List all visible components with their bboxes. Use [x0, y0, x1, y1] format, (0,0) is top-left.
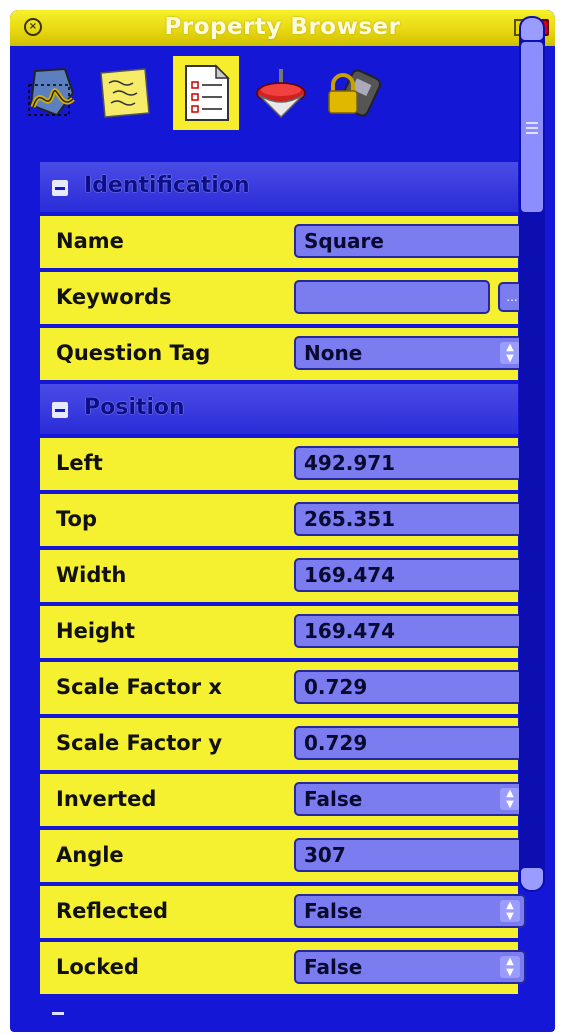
property-row-angle: Angle 307: [40, 830, 526, 884]
grip-line: [526, 127, 538, 129]
property-row-inverted: Inverted False ▲ ▼: [40, 774, 526, 828]
collapse-icon[interactable]: [52, 180, 68, 196]
dropdown-arrows-icon[interactable]: ▲ ▼: [500, 956, 520, 978]
scale-y-input[interactable]: 0.729: [294, 726, 526, 760]
property-row-top: Top 265.351: [40, 494, 526, 548]
property-label: Angle: [56, 843, 124, 867]
section-identification[interactable]: Identification: [40, 162, 518, 214]
tool-spinning-top[interactable]: [248, 56, 314, 130]
top-value: 265.351: [304, 507, 396, 531]
property-row-width: Width 169.474: [40, 550, 526, 604]
collapse-icon[interactable]: [52, 402, 68, 418]
reflected-select[interactable]: False ▲ ▼: [294, 894, 526, 928]
property-label: Top: [56, 507, 97, 531]
section-title: Position: [84, 395, 185, 420]
height-value: 169.474: [304, 619, 396, 643]
scroll-up-button[interactable]: [521, 18, 543, 40]
title-bar[interactable]: × Property Browser: [10, 10, 555, 46]
property-label: Reflected: [56, 899, 168, 923]
left-value: 492.971: [304, 451, 396, 475]
dropdown-arrows-icon[interactable]: ▲ ▼: [500, 788, 520, 810]
question-tag-select[interactable]: None ▲ ▼: [294, 336, 526, 370]
scroll-down-button[interactable]: [521, 868, 543, 890]
property-label: Scale Factor x: [56, 675, 222, 699]
scroll-thumb[interactable]: [521, 42, 543, 212]
dropdown-arrows-icon[interactable]: ▲ ▼: [500, 900, 520, 922]
inverted-select[interactable]: False ▲ ▼: [294, 782, 526, 816]
question-tag-value: None: [304, 341, 363, 365]
signature-shapes-icon: [28, 67, 75, 117]
locked-select[interactable]: False ▲ ▼: [294, 950, 526, 984]
tool-signature[interactable]: [18, 56, 84, 130]
inverted-value: False: [304, 787, 363, 811]
next-section-toggle-icon[interactable]: [52, 1012, 64, 1015]
properties-document-icon: [185, 64, 230, 121]
name-input[interactable]: Square: [294, 224, 526, 258]
scale-y-value: 0.729: [304, 731, 368, 755]
property-label: Question Tag: [56, 341, 211, 365]
spinning-top-icon: [256, 69, 306, 119]
angle-input[interactable]: 307: [294, 838, 526, 872]
grip-line: [526, 132, 538, 134]
property-row-keywords: Keywords ...: [40, 272, 526, 326]
property-label: Height: [56, 619, 136, 643]
grip-line: [526, 122, 538, 124]
property-label: Scale Factor y: [56, 731, 223, 755]
section-position[interactable]: Position: [40, 384, 518, 436]
property-row-scale-x: Scale Factor x 0.729: [40, 662, 526, 716]
property-label: Keywords: [56, 285, 172, 309]
property-row-reflected: Reflected False ▲ ▼: [40, 886, 526, 940]
dropdown-arrows-icon[interactable]: ▲ ▼: [500, 342, 520, 364]
locked-value: False: [304, 955, 363, 979]
property-label: Left: [56, 451, 103, 475]
section-title: Identification: [84, 173, 250, 198]
tool-properties[interactable]: [173, 56, 239, 130]
vertical-scrollbar[interactable]: [519, 16, 545, 892]
property-label: Inverted: [56, 787, 157, 811]
width-input[interactable]: 169.474: [294, 558, 526, 592]
height-input[interactable]: 169.474: [294, 614, 526, 648]
property-row-left: Left 492.971: [40, 438, 526, 492]
top-input[interactable]: 265.351: [294, 502, 526, 536]
tool-note[interactable]: [92, 56, 158, 130]
property-row-height: Height 169.474: [40, 606, 526, 660]
property-label: Width: [56, 563, 127, 587]
scale-x-input[interactable]: 0.729: [294, 670, 526, 704]
reflected-value: False: [304, 899, 363, 923]
scale-x-value: 0.729: [304, 675, 368, 699]
property-label: Name: [56, 229, 124, 253]
keywords-input[interactable]: [294, 280, 490, 314]
toolbar: [10, 46, 555, 138]
sticky-note-icon: [100, 68, 150, 118]
angle-value: 307: [304, 843, 346, 867]
property-browser-window: × Property Browser Identification Name S…: [10, 10, 555, 1032]
tool-lock[interactable]: [320, 56, 386, 130]
window-title: Property Browser: [164, 14, 401, 40]
property-row-locked: Locked False ▲ ▼: [40, 942, 526, 996]
width-value: 169.474: [304, 563, 396, 587]
property-label: Locked: [56, 955, 139, 979]
property-row-name: Name Square: [40, 216, 526, 270]
property-list: Identification Name Square Keywords ... …: [26, 144, 530, 1024]
property-row-question-tag: Question Tag None ▲ ▼: [40, 328, 526, 382]
name-value: Square: [304, 229, 384, 253]
left-input[interactable]: 492.971: [294, 446, 526, 480]
lock-device-icon: [328, 69, 382, 117]
property-row-scale-y: Scale Factor y 0.729: [40, 718, 526, 772]
